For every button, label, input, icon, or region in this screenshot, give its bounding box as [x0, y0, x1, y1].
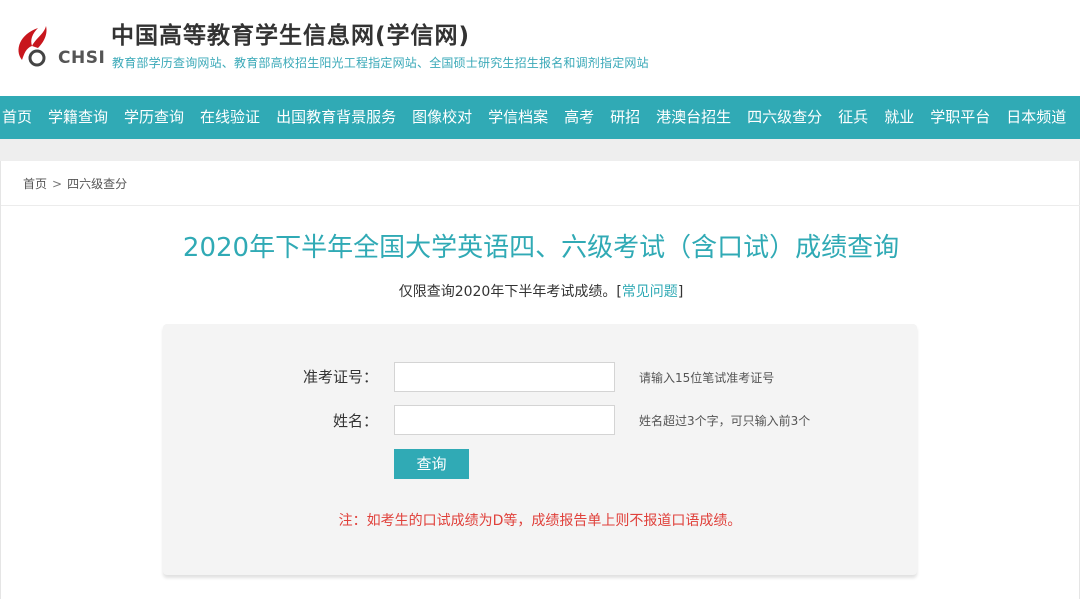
page-title: 2020年下半年全国大学英语四、六级考试（含口试）成绩查询 — [182, 233, 900, 263]
logo-text: CHSI — [58, 48, 106, 68]
query-button[interactable]: 查询 — [394, 449, 469, 479]
nav-item-image-check[interactable]: 图像校对 — [412, 96, 472, 139]
main-nav: 首页 学籍查询 学历查询 在线验证 出国教育背景服务 图像校对 学信档案 高考 … — [0, 96, 1080, 139]
nav-item-employment[interactable]: 就业 — [884, 96, 914, 139]
notice-line: 仅限查询2020年下半年考试成绩。[常见问题] — [1, 281, 1080, 301]
nav-item-gaokao[interactable]: 高考 — [564, 96, 594, 139]
oral-score-warning: 注：如考生的口试成绩为D等，成绩报告单上则不报道口语成绩。 — [338, 513, 742, 529]
faq-link[interactable]: 常见问题 — [622, 284, 678, 300]
query-form-panel: 准考证号： 请输入15位笔试准考证号 姓名： 姓名超过3个字，可只输入前3个 查… — [163, 324, 917, 575]
nav-item-cet-scores[interactable]: 四六级查分 — [747, 96, 822, 139]
nav-item-overseas-service[interactable]: 出国教育背景服务 — [276, 96, 396, 139]
nav-item-student-status[interactable]: 学籍查询 — [48, 96, 108, 139]
nav-item-postgrad[interactable]: 研招 — [610, 96, 640, 139]
breadcrumb-separator: > — [52, 177, 63, 191]
nav-item-home[interactable]: 首页 — [2, 96, 32, 139]
nav-item-hmt-admission[interactable]: 港澳台招生 — [656, 96, 731, 139]
name-label: 姓名： — [332, 412, 378, 430]
name-input[interactable] — [394, 405, 615, 435]
site-header: CHSI 中国高等教育学生信息网(学信网) 教育部学历查询网站、教育部高校招生阳… — [0, 0, 1080, 96]
name-hint: 姓名超过3个字，可只输入前3个 — [639, 414, 811, 428]
breadcrumb-current: 四六级查分 — [67, 177, 128, 191]
nav-item-military[interactable]: 征兵 — [838, 96, 868, 139]
breadcrumb: 首页 > 四六级查分 — [23, 175, 127, 192]
site-subtitle: 教育部学历查询网站、教育部高校招生阳光工程指定网站、全国硕士研究生招生报名和调剂… — [112, 56, 649, 70]
nav-spacer — [0, 139, 1080, 161]
ticket-number-label: 准考证号： — [302, 368, 378, 386]
nav-item-japan-channel[interactable]: 日本频道 — [1006, 96, 1066, 139]
notice-text: 仅限查询2020年下半年考试成绩。 — [398, 284, 617, 300]
nav-item-career-platform[interactable]: 学职平台 — [930, 96, 990, 139]
nav-item-archive[interactable]: 学信档案 — [488, 96, 548, 139]
main-content: 首页 > 四六级查分 2020年下半年全国大学英语四、六级考试（含口试）成绩查询 仅… — [0, 161, 1080, 599]
breadcrumb-home[interactable]: 首页 — [23, 177, 47, 191]
site-title[interactable]: 中国高等教育学生信息网(学信网) — [111, 16, 470, 50]
notice-bracket-close: ] — [677, 284, 684, 300]
nav-item-online-verify[interactable]: 在线验证 — [200, 96, 260, 139]
chsi-logo[interactable]: CHSI — [10, 20, 105, 72]
breadcrumb-divider — [1, 205, 1080, 206]
ticket-number-input[interactable] — [394, 362, 615, 392]
nav-item-degree-query[interactable]: 学历查询 — [124, 96, 184, 139]
ticket-number-hint: 请输入15位笔试准考证号 — [639, 371, 775, 385]
